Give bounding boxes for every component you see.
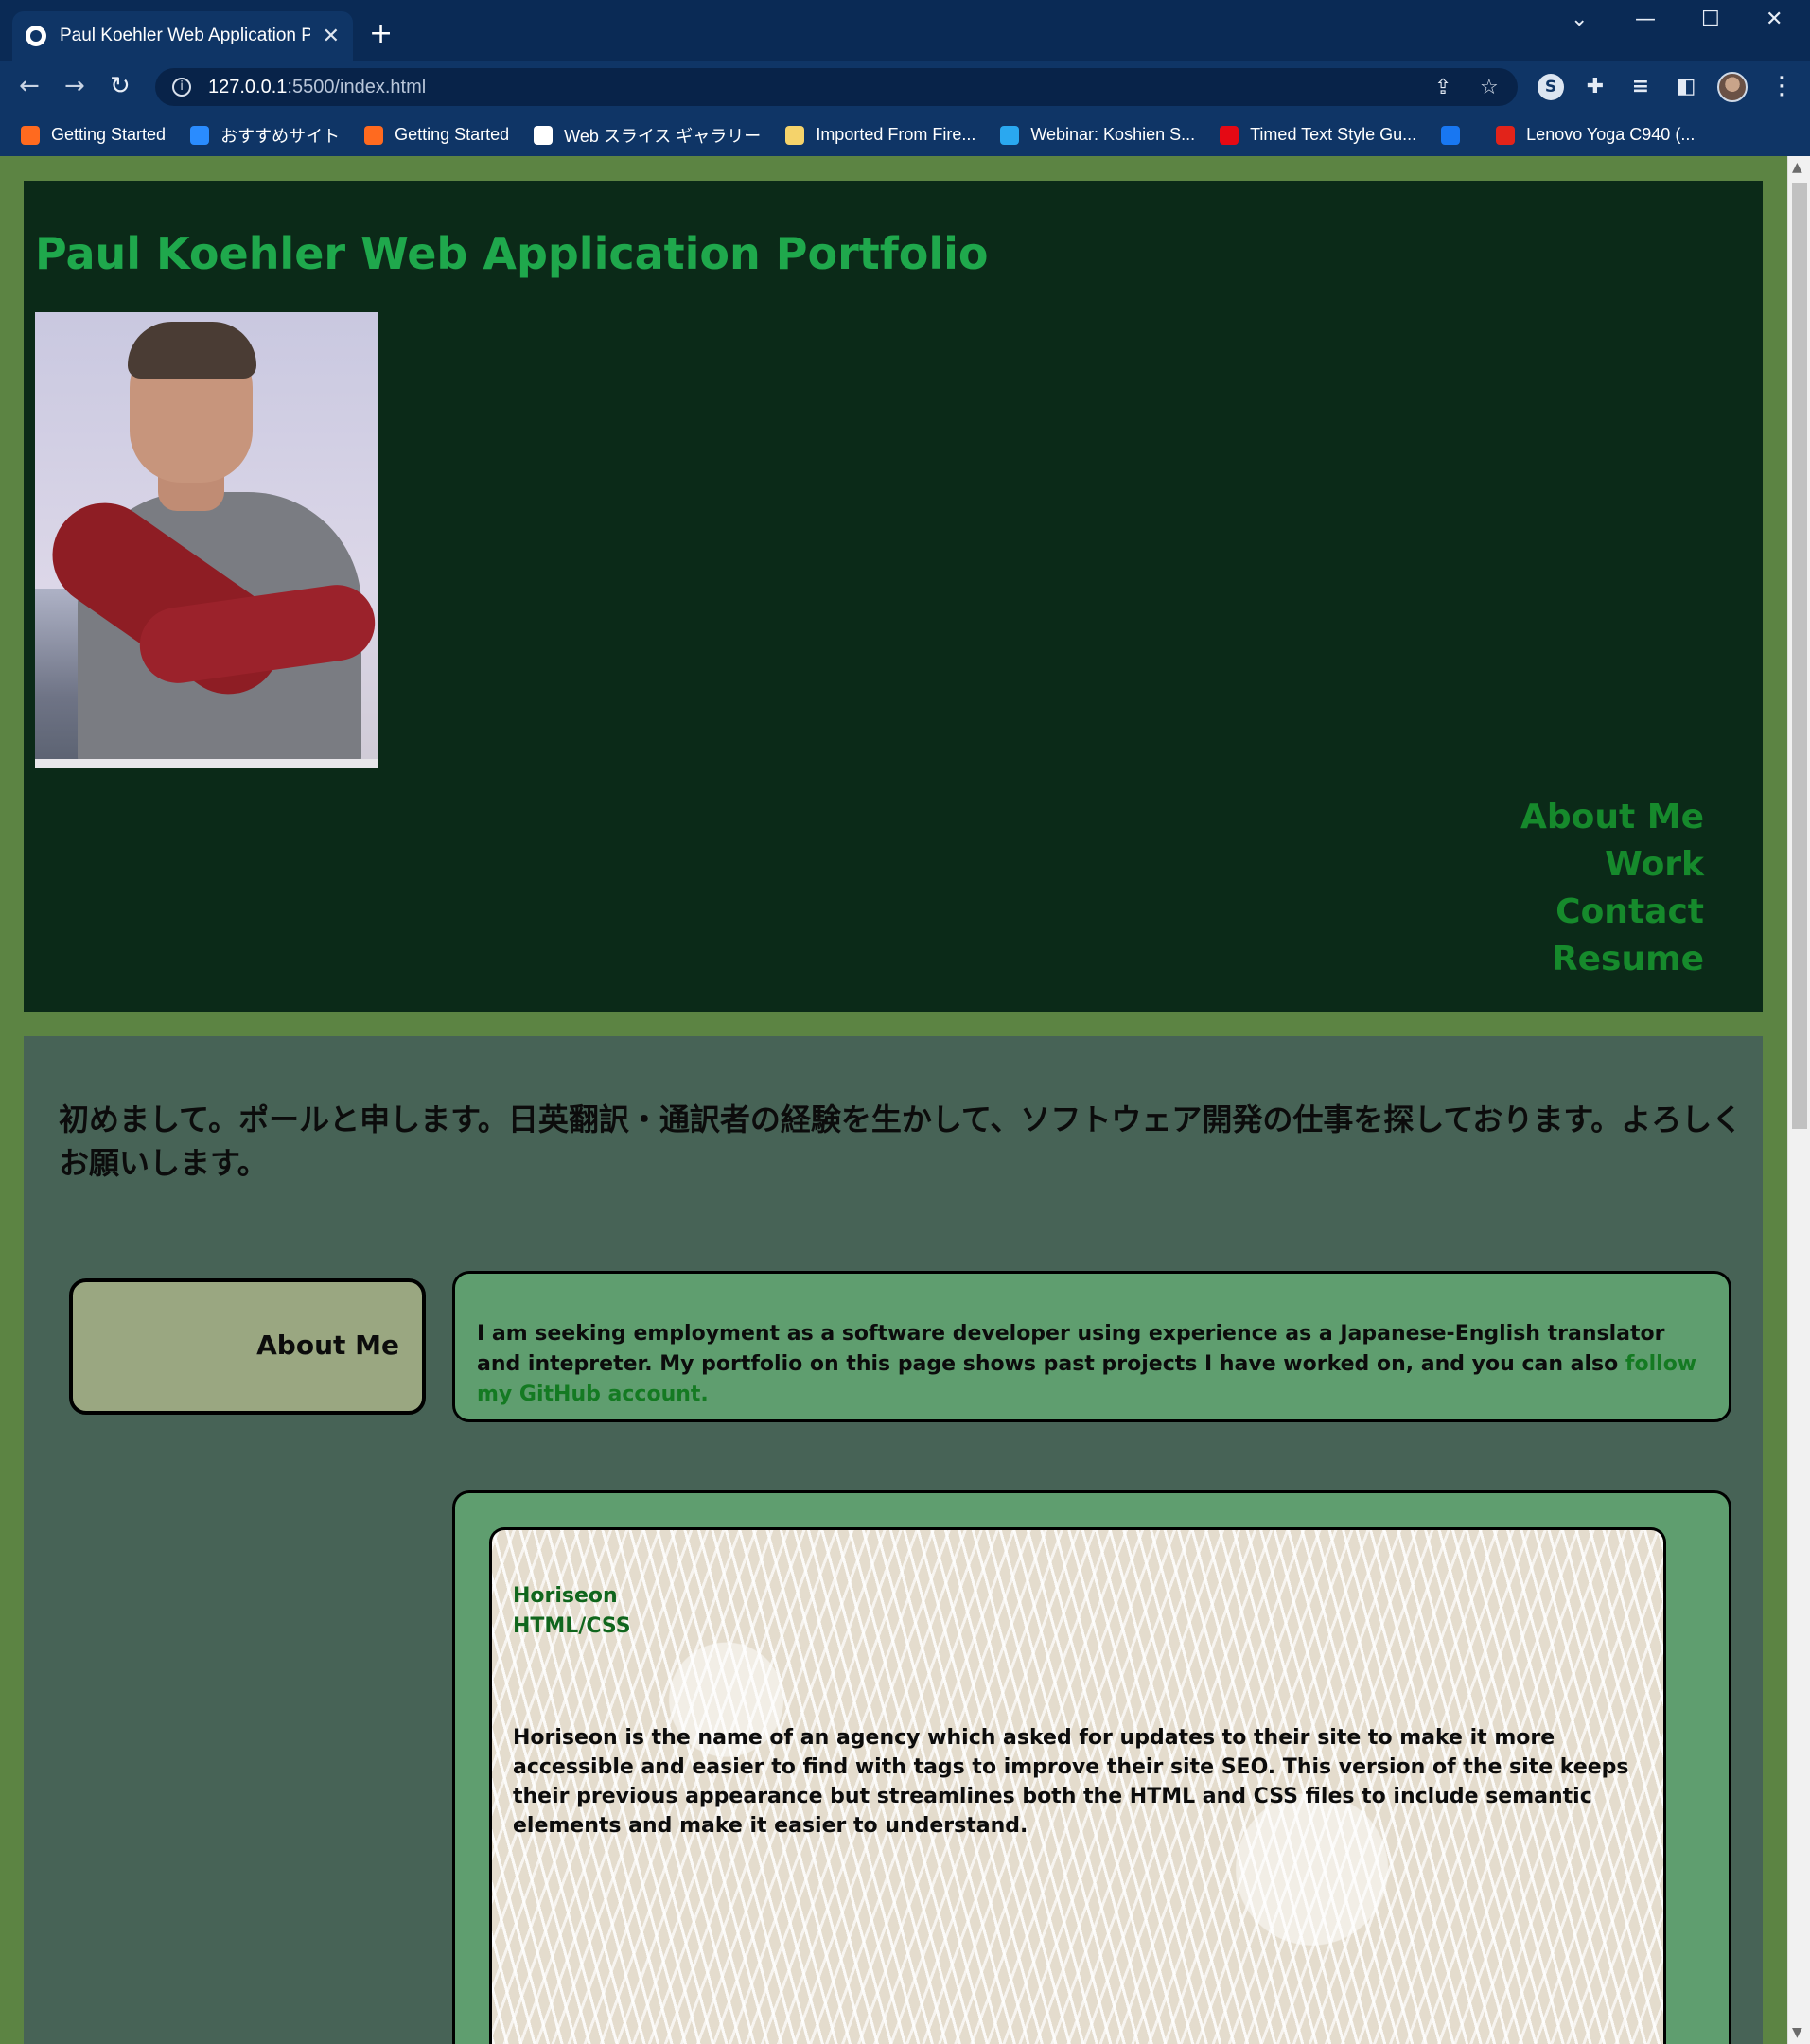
forward-icon[interactable]: → [64,72,85,100]
scroll-down-icon[interactable]: ▼ [1792,2025,1802,2040]
scroll-thumb[interactable] [1792,183,1807,1129]
project-name: Horiseon [513,1584,618,1608]
webinar-icon [1000,125,1020,145]
bookmark-item[interactable]: Webinar: Koshien S... [1000,125,1195,145]
extension-s-icon[interactable]: S [1538,74,1564,100]
lenovo-icon [1496,125,1516,145]
facebook-icon [1441,125,1461,145]
page-title: Paul Koehler Web Application Portfolio [35,228,989,279]
main-content: 初めまして。ポールと申します。日英翻訳・通訳者の経験を生かして、ソフトウェア開発… [24,1036,1763,2044]
close-tab-icon[interactable]: ✕ [323,25,340,48]
bookmark-label: Timed Text Style Gu... [1250,125,1417,144]
work-section: Horiseon HTML/CSS Horiseon is the name o… [452,1490,1731,2044]
share-icon[interactable]: ⇪ [1434,76,1451,99]
maximize-icon[interactable]: ☐ [1701,8,1720,31]
globe-icon [26,26,46,46]
new-tab-button[interactable]: + [369,17,393,50]
project-tech: HTML/CSS [513,1614,631,1638]
bookmark-item[interactable]: おすすめサイト [190,123,340,148]
bookmarks-bar: Getting Started おすすめサイト Getting Started Web… [0,114,1810,156]
japanese-intro: 初めまして。ポールと申します。日英翻訳・通訳者の経験を生かして、ソフトウェア開発… [59,1101,1743,1181]
url-text: 127.0.0.1:5500/index.html [208,76,427,97]
scroll-up-icon[interactable]: ▲ [1792,160,1802,175]
browser-toolbar: ← → ↻ i 127.0.0.1:5500/index.html ⇪ ☆ S … [0,61,1810,114]
address-bar[interactable]: i 127.0.0.1:5500/index.html ⇪ ☆ [155,68,1518,106]
bookmark-star-icon[interactable]: ☆ [1480,76,1499,99]
reload-icon[interactable]: ↻ [110,72,131,100]
vertical-scrollbar[interactable]: ▲ ▼ [1787,156,1810,2044]
about-me-heading-box: About Me [69,1278,426,1415]
bookmark-item[interactable]: Imported From Fire... [785,125,975,145]
side-panel-icon[interactable]: ◧ [1673,74,1699,100]
tab-title: Paul Koehler Web Application Portfolio [60,26,310,45]
bookmark-label: Webinar: Koshien S... [1030,125,1196,144]
bookmark-label: おすすめサイト [220,126,341,146]
site-nav: About Me Work Contact Resume [1520,794,1704,983]
media-control-icon[interactable]: ≡ [1627,74,1654,100]
bing-icon [190,125,210,145]
browser-menu-icon[interactable]: ⋮ [1769,72,1794,100]
bookmark-item[interactable]: Timed Text Style Gu... [1220,125,1416,145]
tab-strip: Paul Koehler Web Application Portfolio ✕… [0,0,1810,61]
project-title: Horiseon HTML/CSS [513,1581,631,1642]
folder-icon [785,125,805,145]
bookmark-item[interactable] [1441,125,1471,145]
netflix-icon [1220,125,1239,145]
bookmark-item[interactable]: Getting Started [21,125,166,145]
firefox-icon [364,125,384,145]
page-viewport: Paul Koehler Web Application Portfolio A… [0,156,1810,2044]
bookmark-item[interactable]: Web スライス ギャラリー [534,123,761,148]
firefox-icon [21,125,40,145]
bookmark-item[interactable]: Lenovo Yoga C940 (... [1496,125,1695,145]
site-info-icon[interactable]: i [172,78,191,97]
bookmark-label: Getting Started [395,125,510,144]
profile-avatar[interactable] [1717,72,1748,102]
about-me-text: I am seeking employment as a software de… [477,1322,1665,1376]
back-icon[interactable]: ← [19,72,40,100]
site-header: Paul Koehler Web Application Portfolio A… [24,181,1763,1012]
window-close-icon[interactable]: ✕ [1766,8,1783,31]
nav-link-work[interactable]: Work [1520,841,1704,889]
browser-chrome: Paul Koehler Web Application Portfolio ✕… [0,0,1810,156]
profile-photo [35,312,378,768]
bookmark-label: Getting Started [51,125,167,144]
nav-link-about-me[interactable]: About Me [1520,794,1704,841]
tab-search-icon[interactable]: ⌄ [1571,8,1588,31]
extensions-puzzle-icon[interactable]: ✚ [1582,74,1608,100]
about-me-heading: About Me [256,1330,399,1361]
bookmark-label: Imported From Fire... [816,125,976,144]
nav-link-resume[interactable]: Resume [1520,936,1704,983]
project-card-horiseon[interactable]: Horiseon HTML/CSS Horiseon is the name o… [489,1527,1666,2044]
bookmark-label: Web スライス ギャラリー [564,126,762,146]
project-description: Horiseon is the name of an agency which … [513,1726,1629,1838]
bookmark-label: Lenovo Yoga C940 (... [1526,125,1696,144]
web-slice-icon [534,125,554,145]
bookmark-item[interactable]: Getting Started [364,125,509,145]
nav-link-contact[interactable]: Contact [1520,889,1704,936]
about-me-text-box: I am seeking employment as a software de… [452,1271,1731,1422]
minimize-icon[interactable]: — [1635,8,1656,31]
browser-tab[interactable]: Paul Koehler Web Application Portfolio ✕ [12,11,353,61]
